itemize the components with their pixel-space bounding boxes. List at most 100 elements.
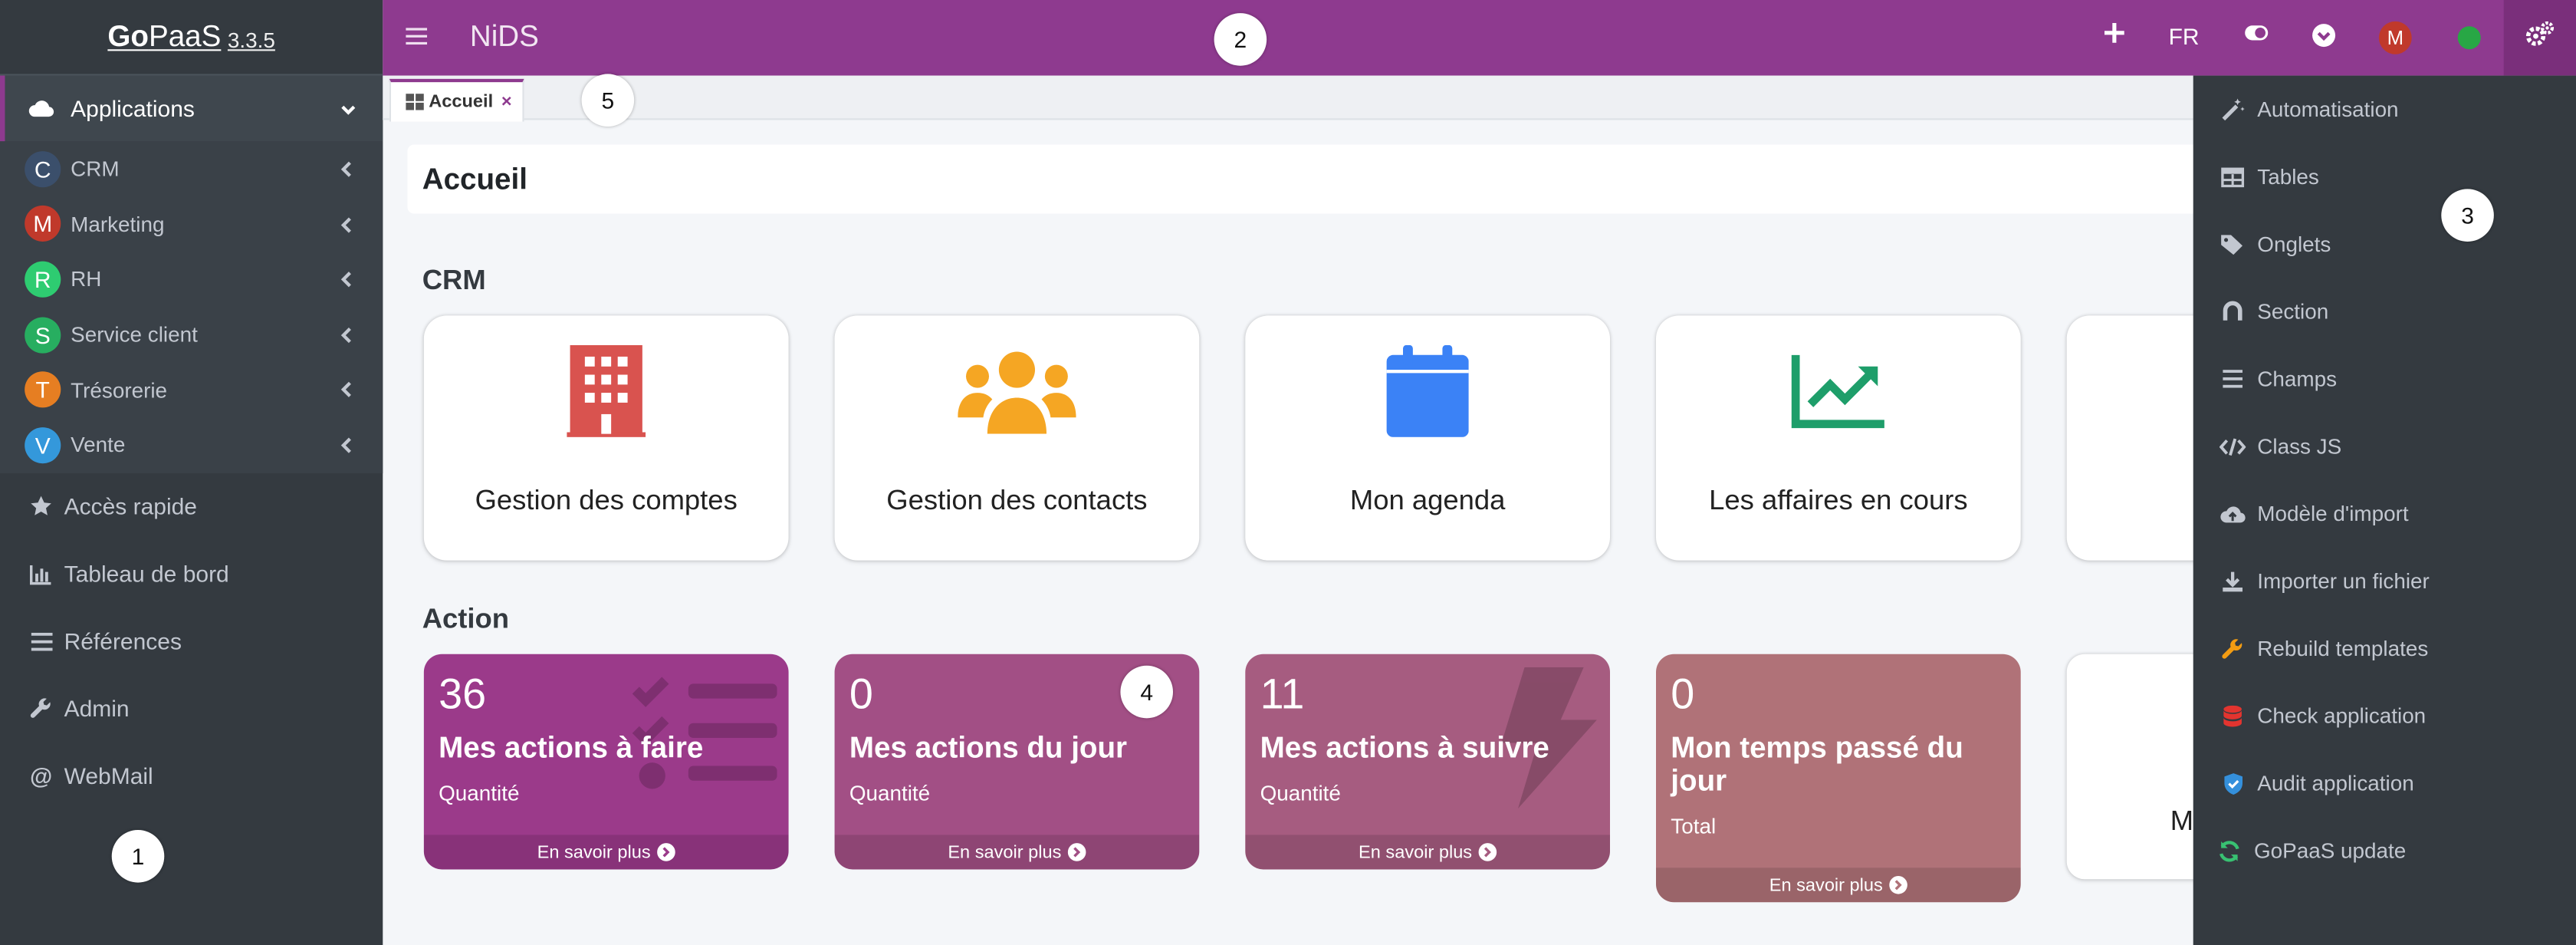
sidebar-item-label: CRM bbox=[71, 156, 120, 182]
sidebar-item-label: Marketing bbox=[71, 212, 165, 237]
menu-item-automatisation[interactable]: Automatisation bbox=[2193, 76, 2576, 143]
action-box-mes-actions-a-faire[interactable]: 36 Mes actions à faire Quantité En savoi… bbox=[423, 654, 789, 870]
chevron-circle-icon[interactable] bbox=[2312, 23, 2336, 48]
crm-card-gestion-des-contacts[interactable]: Gestion des contacts bbox=[834, 315, 1200, 561]
magic-wand-icon bbox=[2220, 96, 2246, 122]
sidebar-item-references[interactable]: Références bbox=[0, 608, 383, 674]
menu-item-label: Tables bbox=[2257, 164, 2319, 189]
menu-item-label: Class JS bbox=[2257, 433, 2342, 459]
chart-icon bbox=[28, 563, 54, 584]
menu-icon[interactable] bbox=[406, 25, 428, 54]
sidebar-item-label: WebMail bbox=[64, 762, 153, 789]
close-icon[interactable]: × bbox=[501, 92, 512, 112]
app-letter-badge: T bbox=[25, 371, 61, 408]
menu-item-section[interactable]: Section bbox=[2193, 278, 2576, 345]
menu-item-modele-d-import[interactable]: Modèle d'import bbox=[2193, 480, 2576, 548]
sidebar-item-label: Service client bbox=[71, 322, 198, 347]
brand-logo[interactable]: GoPaaS 3.3.5 bbox=[0, 0, 383, 76]
menu-item-rebuild-templates[interactable]: Rebuild templates bbox=[2193, 614, 2576, 682]
sidebar-item-label: Accès rapide bbox=[64, 492, 198, 520]
menu-item-champs[interactable]: Champs bbox=[2193, 345, 2576, 413]
menu-item-check-application[interactable]: Check application bbox=[2193, 682, 2576, 749]
menu-item-label: Audit application bbox=[2257, 770, 2414, 796]
crm-card-les-affaires-en-cours[interactable]: Les affaires en cours bbox=[1656, 315, 2021, 561]
menu-item-tables[interactable]: Tables bbox=[2193, 143, 2576, 210]
chevron-down-icon[interactable] bbox=[340, 97, 356, 123]
card-label: Gestion des comptes bbox=[475, 485, 738, 516]
action-title: Mes actions à faire bbox=[439, 731, 704, 765]
action-value: 0 bbox=[849, 669, 873, 719]
grid-icon bbox=[406, 94, 424, 110]
action-subtitle: Quantité bbox=[1260, 780, 1341, 805]
more-info-link[interactable]: En savoir plus bbox=[423, 835, 789, 870]
sidebar-item-label: Vente bbox=[71, 433, 126, 458]
sidebar-item-label: Admin bbox=[64, 695, 130, 722]
sidebar-item-service-client[interactable]: S Service client bbox=[0, 307, 383, 362]
menu-item-label: Automatisation bbox=[2257, 97, 2399, 122]
page-title: Accueil bbox=[407, 144, 2232, 214]
sidebar-item-acces-rapide[interactable]: Accès rapide bbox=[0, 473, 383, 539]
brand-version: 3.3.5 bbox=[227, 28, 275, 53]
sidebar-item-applications[interactable]: Applications bbox=[0, 75, 383, 142]
menu-item-audit-application[interactable]: Audit application bbox=[2193, 749, 2576, 817]
more-info-label: En savoir plus bbox=[948, 842, 1062, 862]
app-letter-badge: R bbox=[25, 261, 61, 298]
app-letter-badge: V bbox=[25, 426, 61, 463]
tab-label: Accueil bbox=[429, 91, 494, 112]
menu-item-onglets[interactable]: Onglets bbox=[2193, 210, 2576, 278]
settings-dropdown-menu: Automatisation Tables Onglets Section Ch… bbox=[2193, 75, 2576, 945]
crm-card-gestion-des-comptes[interactable]: Gestion des comptes bbox=[423, 315, 789, 561]
plus-icon[interactable] bbox=[2103, 21, 2126, 44]
action-box-mon-temps-passe-du-jour[interactable]: 0 Mon temps passé du jour Total En savoi… bbox=[1656, 654, 2021, 903]
app-letter-badge: M bbox=[25, 206, 61, 242]
sidebar-item-marketing[interactable]: M Marketing bbox=[0, 196, 383, 252]
status-dot bbox=[2457, 26, 2481, 50]
language-switch[interactable]: FR bbox=[2169, 23, 2200, 49]
menu-item-label: Rebuild templates bbox=[2257, 636, 2429, 661]
app-title: NiDS bbox=[469, 19, 539, 53]
cogs-icon bbox=[2525, 20, 2555, 55]
toggle-icon[interactable] bbox=[2244, 25, 2269, 41]
card-label: Mon agenda bbox=[1349, 485, 1506, 516]
sidebar-item-admin[interactable]: Admin bbox=[0, 676, 383, 742]
list-icon bbox=[28, 631, 54, 650]
app-letter-badge: S bbox=[25, 316, 61, 353]
action-box-mes-actions-a-suivre[interactable]: 11 Mes actions à suivre Quantité En savo… bbox=[1245, 654, 1610, 870]
wrench-icon bbox=[28, 696, 54, 719]
settings-menu-button[interactable] bbox=[2503, 0, 2576, 76]
partial-card-text: M bbox=[2170, 805, 2194, 837]
menu-item-label: Importer un fichier bbox=[2257, 568, 2430, 594]
bars-icon bbox=[2220, 366, 2246, 392]
avatar[interactable]: M bbox=[2378, 21, 2412, 54]
menu-item-label: Modèle d'import bbox=[2257, 501, 2409, 526]
sidebar-item-rh[interactable]: R RH bbox=[0, 252, 383, 307]
sidebar-item-label: Applications bbox=[71, 95, 195, 122]
sidebar-item-tableau-de-bord[interactable]: Tableau de bord bbox=[0, 541, 383, 607]
sidebar-item-label: Trésorerie bbox=[71, 377, 168, 403]
code-icon bbox=[2220, 433, 2246, 459]
menu-item-gopaas-update[interactable]: GoPaaS update bbox=[2193, 817, 2576, 884]
sidebar-item-webmail[interactable]: @ WebMail bbox=[0, 742, 383, 808]
menu-item-label: GoPaaS update bbox=[2254, 838, 2407, 863]
sidebar-item-tresorerie[interactable]: T Trésorerie bbox=[0, 362, 383, 417]
tab-accueil[interactable]: Accueil × bbox=[389, 78, 524, 122]
action-subtitle: Quantité bbox=[849, 780, 931, 805]
menu-item-label: Champs bbox=[2257, 366, 2338, 391]
more-info-label: En savoir plus bbox=[1359, 842, 1473, 862]
crm-card-mon-agenda[interactable]: Mon agenda bbox=[1245, 315, 1610, 561]
sidebar-item-crm[interactable]: C CRM bbox=[0, 141, 383, 196]
wrench-icon bbox=[2220, 635, 2246, 661]
arrow-circle-right-icon bbox=[1889, 876, 1907, 894]
chevron-left-icon bbox=[340, 158, 353, 183]
more-info-link[interactable]: En savoir plus bbox=[1656, 868, 2021, 903]
top-navbar: NiDS FR M bbox=[383, 0, 2576, 76]
more-info-link[interactable]: En savoir plus bbox=[834, 835, 1200, 870]
sidebar-item-vente[interactable]: V Vente bbox=[0, 417, 383, 472]
menu-item-class-js[interactable]: Class JS bbox=[2193, 413, 2576, 480]
sidebar-item-label: Références bbox=[64, 627, 182, 654]
action-subtitle: Quantité bbox=[439, 780, 520, 805]
action-value: 36 bbox=[439, 669, 487, 719]
menu-item-importer-un-fichier[interactable]: Importer un fichier bbox=[2193, 547, 2576, 614]
more-info-link[interactable]: En savoir plus bbox=[1245, 835, 1610, 870]
card-label: Gestion des contacts bbox=[886, 485, 1148, 516]
